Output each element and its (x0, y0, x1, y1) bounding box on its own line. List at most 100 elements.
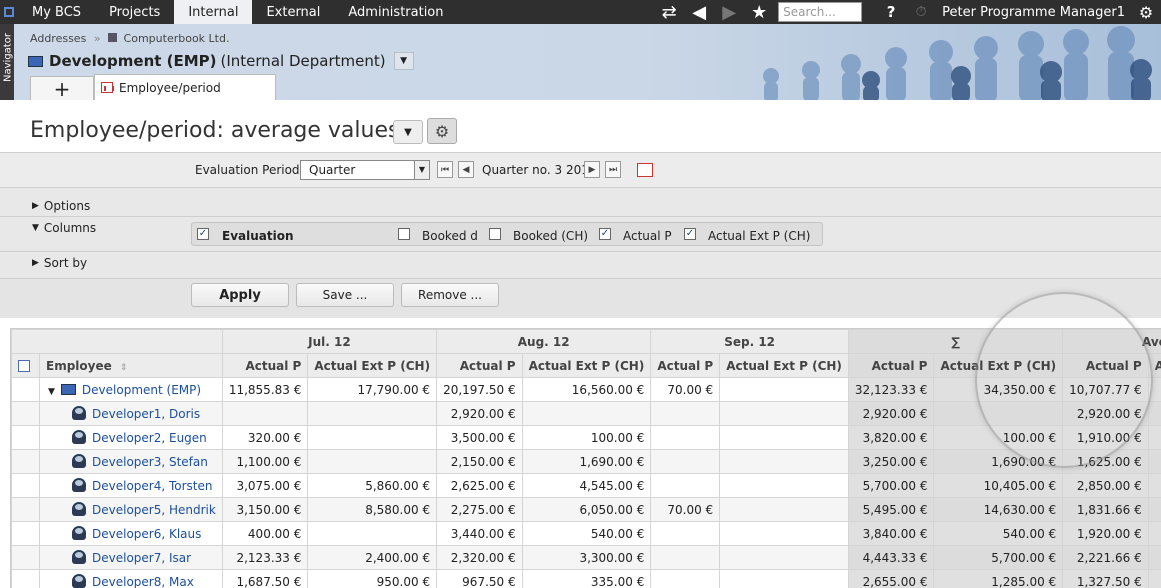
checkbox-evaluation[interactable]: ✓ (197, 228, 209, 240)
evaluation-period-select[interactable]: Quarter ▼ (300, 160, 430, 180)
remove-button[interactable]: Remove ... (401, 283, 499, 307)
nav-my-bcs[interactable]: My BCS (18, 0, 95, 24)
employee-cell[interactable]: Developer1, Doris (39, 401, 223, 426)
value-cell: 8,580.00 € (307, 497, 438, 522)
save-button[interactable]: Save ... (296, 283, 394, 307)
group-header-row: Jul. 12 Aug. 12 Sep. 12 ∑ Average (11, 329, 1161, 354)
employee-name-link[interactable]: Developer7, Isar (92, 551, 191, 565)
value-cell: 100.00 € (1147, 425, 1161, 450)
columns-selection-box: ✓ Evaluation Booked d Booked (CH) ✓ Actu… (191, 222, 823, 246)
column-header-actual-p[interactable]: Actual P (1062, 353, 1149, 378)
nav-projects[interactable]: Projects (95, 0, 174, 24)
column-chooser-icon[interactable] (11, 353, 40, 378)
checkbox-evaluation-label: Evaluation (222, 229, 294, 243)
previous-period-button[interactable]: ◀ (458, 161, 474, 178)
checkbox-actual-ext-p[interactable]: ✓ (684, 228, 696, 240)
employee-cell[interactable]: Developer5, Hendrik (39, 497, 223, 522)
column-header-actual-ext-p[interactable]: Actual Ext P (CH) (719, 353, 849, 378)
table-row[interactable]: Developer3, Stefan 1,100.00 €2,150.00 €1,… (11, 449, 1161, 474)
employee-name-link[interactable]: Development (EMP) (82, 383, 201, 397)
breadcrumb-addresses[interactable]: Addresses (30, 32, 86, 45)
apply-button[interactable]: Apply (191, 283, 289, 307)
table-row[interactable]: Developer1, Doris 2,920.00 € 2,920.00 € 2,9… (11, 401, 1161, 426)
employee-cell[interactable]: Developer3, Stefan (39, 449, 223, 474)
value-cell: 32,123.33 € (847, 377, 935, 402)
stopwatch-icon[interactable]: ⏱ (906, 0, 936, 24)
column-header-actual-p[interactable]: Actual P (847, 353, 935, 378)
next-period-button[interactable]: ▶ (584, 161, 600, 178)
table-row[interactable]: Developer7, Isar 2,123.33 €2,400.00 €2,32… (11, 545, 1161, 570)
table-row[interactable]: ▼ Development (EMP) 11,855.83 €17,790.00 €… (11, 377, 1161, 402)
employee-name-link[interactable]: Developer2, Eugen (92, 431, 207, 445)
collapse-triangle-icon[interactable]: ▼ (48, 387, 55, 397)
value-cell: 1,100.00 € (221, 449, 309, 474)
department-title: Development (EMP) (Internal Department) … (28, 52, 414, 70)
column-header-actual-ext-p[interactable]: Actual Ext P (CH) (1147, 353, 1161, 378)
value-cell: 14,630.00 € (933, 497, 1064, 522)
first-period-button[interactable]: ⏮ (437, 161, 453, 178)
columns-section-toggle[interactable]: ▼ Columns (32, 221, 96, 235)
employee-cell[interactable]: Developer4, Torsten (39, 473, 223, 498)
navigator-toggle[interactable]: Navigator (0, 24, 14, 100)
favorites-star-icon[interactable]: ★ (744, 0, 774, 24)
value-cell (719, 521, 849, 546)
checkbox-actual-p[interactable]: ✓ (599, 228, 611, 240)
column-header-actual-p[interactable]: Actual P (221, 353, 309, 378)
column-header-actual-ext-p[interactable]: Actual Ext P (CH) (521, 353, 652, 378)
add-tab-button[interactable]: + (30, 76, 94, 100)
employee-name-link[interactable]: Developer5, Hendrik (92, 503, 216, 517)
employee-name-link[interactable]: Developer4, Torsten (92, 479, 213, 493)
employee-name-link[interactable]: Developer1, Doris (92, 407, 200, 421)
employee-cell[interactable]: ▼ Development (EMP) (39, 377, 223, 402)
employee-cell[interactable]: Developer8, Max (39, 569, 223, 588)
value-cell (1147, 401, 1161, 426)
value-cell: 642.50 € (1147, 569, 1161, 588)
employee-name-link[interactable]: Developer6, Klaus (92, 527, 201, 541)
column-header-actual-p[interactable]: Actual P (436, 353, 523, 378)
options-section-toggle[interactable]: ▶ Options (32, 199, 90, 213)
breadcrumb-company[interactable]: Computerbook Ltd. (124, 32, 230, 45)
top-nav-bar: My BCS Projects Internal External Admini… (0, 0, 1161, 24)
help-icon[interactable]: ? (876, 0, 906, 24)
employee-name-link[interactable]: Developer8, Max (92, 575, 194, 588)
back-arrow-icon[interactable]: ◀ (684, 0, 714, 24)
results-table: Jul. 12 Aug. 12 Sep. 12 ∑ Average Employ… (11, 329, 1161, 588)
search-input[interactable]: Search... (778, 2, 863, 22)
nav-administration[interactable]: Administration (334, 0, 457, 24)
value-cell: 3,500.00 € (436, 425, 523, 450)
table-row[interactable]: Developer6, Klaus 400.00 €3,440.00 €540.0… (11, 521, 1161, 546)
department-dropdown-button[interactable]: ▼ (393, 52, 414, 70)
employee-cell[interactable]: Developer6, Klaus (39, 521, 223, 546)
column-header-actual-p[interactable]: Actual P (650, 353, 721, 378)
column-header-actual-ext-p[interactable]: Actual Ext P (CH) (933, 353, 1064, 378)
nav-internal[interactable]: Internal (174, 0, 253, 24)
nav-external[interactable]: External (252, 0, 334, 24)
refresh-icon[interactable]: ⇄ (654, 0, 684, 24)
last-period-button[interactable]: ⏭ (605, 161, 621, 178)
app-logo-icon[interactable] (0, 0, 18, 24)
employee-cell[interactable]: Developer2, Eugen (39, 425, 223, 450)
value-cell: 70.00 € (650, 377, 721, 402)
calendar-icon[interactable] (637, 163, 653, 177)
table-row[interactable]: Developer2, Eugen 320.00 €3,500.00 €100.0… (11, 425, 1161, 450)
employee-cell[interactable]: Developer7, Isar (39, 545, 223, 570)
view-dropdown-button[interactable]: ▼ (393, 120, 423, 144)
value-cell: 2,625.00 € (436, 473, 523, 498)
gear-icon[interactable]: ⚙ (1131, 0, 1161, 24)
columns-label: Columns (43, 221, 97, 235)
value-cell: 2,920.00 € (1062, 401, 1149, 426)
employee-column-header[interactable]: Employee ⇕ (39, 353, 223, 378)
user-name[interactable]: Peter Programme Manager1 (936, 5, 1131, 20)
checkbox-booked-ch[interactable] (489, 228, 501, 240)
column-header-actual-ext-p[interactable]: Actual Ext P (CH) (307, 353, 438, 378)
checkbox-booked-d[interactable] (398, 228, 410, 240)
sort-section-toggle[interactable]: ▶ Sort by (32, 256, 87, 270)
view-settings-gear-icon[interactable]: ⚙ (427, 118, 457, 144)
table-row[interactable]: Developer8, Max 1,687.50 €950.00 €967.50 … (11, 569, 1161, 588)
employee-name-link[interactable]: Developer3, Stefan (92, 455, 208, 469)
sort-icon[interactable]: ⇕ (120, 363, 128, 373)
forward-arrow-icon[interactable]: ▶ (714, 0, 744, 24)
table-row[interactable]: Developer4, Torsten 3,075.00 €5,860.00 €2… (11, 473, 1161, 498)
table-row[interactable]: Developer5, Hendrik 3,150.00 €8,580.00 €2… (11, 497, 1161, 522)
tab-employee-period[interactable]: Employee/period (94, 74, 276, 100)
